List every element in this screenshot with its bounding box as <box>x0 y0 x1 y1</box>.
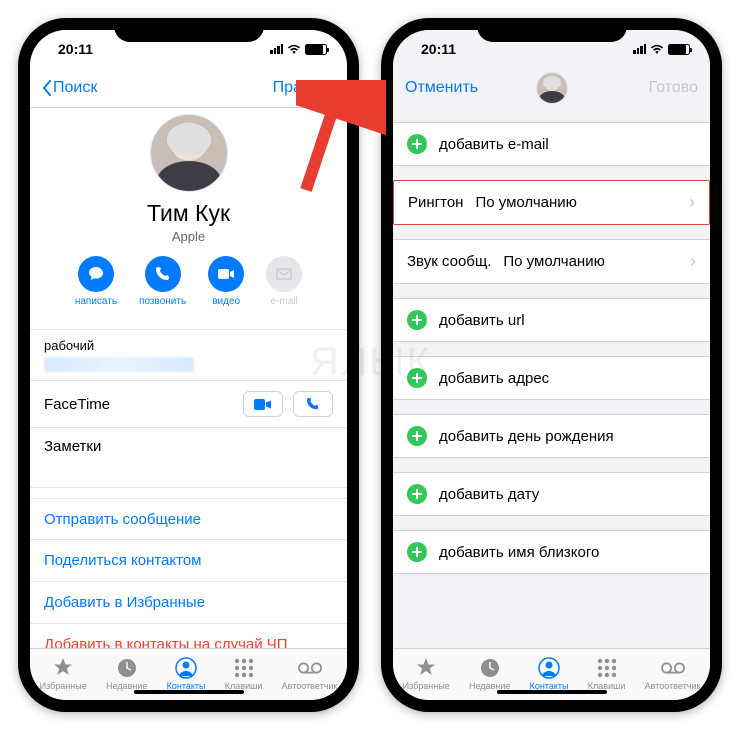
add-address-row[interactable]: добавить адрес <box>393 357 710 399</box>
phone-cell[interactable]: рабочий <box>30 329 347 381</box>
phone-icon <box>155 266 171 282</box>
ringtone-value: По умолчанию <box>475 194 677 211</box>
add-email-row[interactable]: добавить e-mail <box>393 123 710 165</box>
tab-favorites[interactable]: Избранные <box>40 657 87 691</box>
home-indicator <box>497 690 607 694</box>
notes-cell[interactable]: Заметки <box>30 428 347 488</box>
back-label: Поиск <box>53 79 97 97</box>
contact-name: Тим Кук <box>30 200 347 227</box>
cellular-icon <box>633 44 646 54</box>
plus-icon <box>407 426 427 446</box>
tab-contacts[interactable]: Контакты <box>530 657 569 691</box>
add-url-row[interactable]: добавить url <box>393 299 710 341</box>
nav-bar: Поиск Править <box>30 68 347 108</box>
call-label: позвонить <box>139 296 186 307</box>
voicemail-icon <box>661 657 685 679</box>
edit-button[interactable]: Править <box>273 79 335 97</box>
status-time: 20:11 <box>58 41 93 57</box>
voicemail-icon <box>298 657 322 679</box>
notch <box>114 18 264 42</box>
message-label: написать <box>75 296 117 307</box>
contact-avatar[interactable] <box>150 114 228 192</box>
phone-type-label: рабочий <box>44 338 94 353</box>
video-icon <box>254 399 272 410</box>
add-birthday-row[interactable]: добавить день рождения <box>393 415 710 457</box>
video-label: видео <box>212 296 240 307</box>
facetime-cell: FaceTime <box>30 381 347 428</box>
clock-icon <box>478 657 502 679</box>
contact-icon <box>174 657 198 679</box>
tab-voicemail[interactable]: Автоответчик <box>645 657 701 691</box>
text-tone-key: Звук сообщ. <box>407 253 491 270</box>
facetime-video-button[interactable] <box>243 391 283 417</box>
home-indicator <box>134 690 244 694</box>
keypad-icon <box>595 657 619 679</box>
chevron-right-icon: › <box>689 192 695 213</box>
add-favorite-button[interactable]: Добавить в Избранные <box>30 582 347 624</box>
add-related-row[interactable]: добавить имя близкого <box>393 531 710 573</box>
keypad-icon <box>232 657 256 679</box>
message-icon <box>87 265 105 283</box>
contact-icon <box>537 657 561 679</box>
phone-left: 20:11 Поиск Править <box>18 18 359 712</box>
contact-company: Apple <box>30 229 347 244</box>
ringtone-key: Рингтон <box>408 194 463 211</box>
video-icon <box>217 268 235 280</box>
plus-icon <box>407 310 427 330</box>
tab-keypad[interactable]: Клавиши <box>225 657 263 691</box>
tab-keypad[interactable]: Клавиши <box>588 657 626 691</box>
back-button[interactable]: Поиск <box>42 79 97 97</box>
wifi-icon <box>287 44 301 55</box>
email-action: e-mail <box>266 256 302 307</box>
plus-icon <box>407 134 427 154</box>
email-icon <box>276 268 292 280</box>
star-icon <box>414 657 438 679</box>
message-action[interactable]: написать <box>75 256 117 307</box>
status-time: 20:11 <box>421 41 456 57</box>
tab-recents[interactable]: Недавние <box>469 657 510 691</box>
phone-icon <box>306 397 320 411</box>
battery-icon <box>668 44 690 55</box>
tab-voicemail[interactable]: Автоответчик <box>282 657 338 691</box>
phone-number-blurred <box>44 357 194 372</box>
clock-icon <box>115 657 139 679</box>
wifi-icon <box>650 44 664 55</box>
email-label: e-mail <box>271 296 298 307</box>
call-action[interactable]: позвонить <box>139 256 186 307</box>
tab-recents[interactable]: Недавние <box>106 657 147 691</box>
text-tone-value: По умолчанию <box>503 253 678 270</box>
contact-avatar-small[interactable] <box>536 72 568 104</box>
plus-icon <box>407 484 427 504</box>
plus-icon <box>407 542 427 562</box>
plus-icon <box>407 368 427 388</box>
tab-contacts[interactable]: Контакты <box>167 657 206 691</box>
done-button[interactable]: Готово <box>649 79 698 97</box>
send-message-button[interactable]: Отправить сообщение <box>30 498 347 540</box>
battery-icon <box>305 44 327 55</box>
notch <box>477 18 627 42</box>
nav-bar: Отменить Готово <box>393 68 710 108</box>
share-contact-button[interactable]: Поделиться контактом <box>30 540 347 582</box>
video-action[interactable]: видео <box>208 256 244 307</box>
notes-label: Заметки <box>44 438 101 455</box>
cancel-button[interactable]: Отменить <box>405 79 478 97</box>
facetime-audio-button[interactable] <box>293 391 333 417</box>
cellular-icon <box>270 44 283 54</box>
chevron-left-icon <box>42 80 51 96</box>
contact-header: Тим Кук Apple написать позвонить <box>30 108 347 319</box>
star-icon <box>51 657 75 679</box>
chevron-right-icon: › <box>690 251 696 272</box>
facetime-label: FaceTime <box>44 396 110 413</box>
add-emergency-button[interactable]: Добавить в контакты на случай ЧП <box>30 624 347 648</box>
ringtone-row[interactable]: Рингтон По умолчанию › <box>394 181 709 224</box>
text-tone-row[interactable]: Звук сообщ. По умолчанию › <box>393 240 710 283</box>
add-date-row[interactable]: добавить дату <box>393 473 710 515</box>
phone-right: 20:11 Отменить Готово добавить e-mail <box>381 18 722 712</box>
tab-favorites[interactable]: Избранные <box>403 657 450 691</box>
